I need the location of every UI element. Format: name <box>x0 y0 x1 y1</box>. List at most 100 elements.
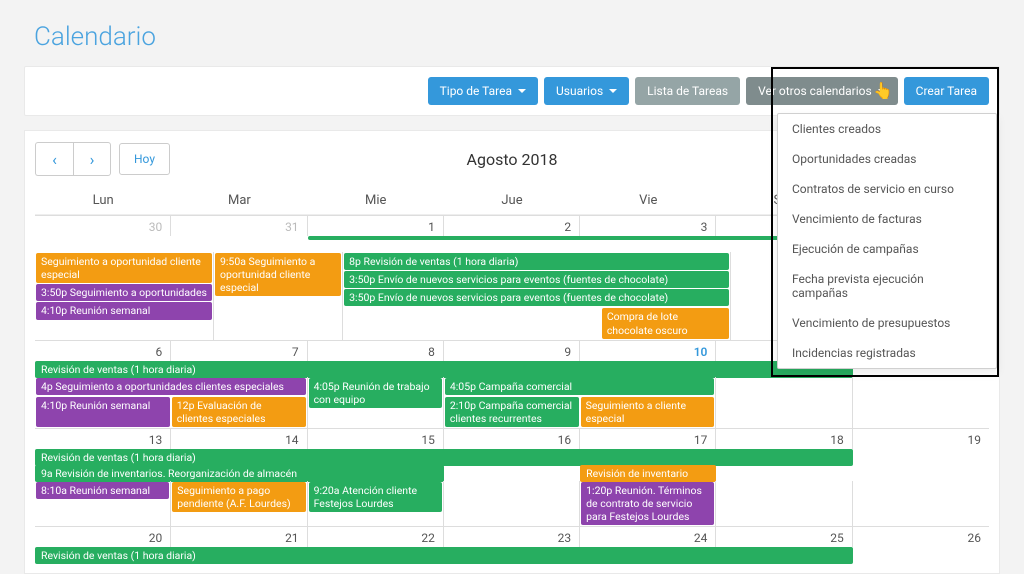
event[interactable]: Compra de lote chocolate oscuro <box>602 308 729 338</box>
dropdown-item[interactable]: Vencimiento de facturas <box>778 204 996 234</box>
event[interactable]: 4p Seguimiento a oportunidades clientes … <box>36 378 306 395</box>
day-cell[interactable]: 7 <box>171 341 307 361</box>
day-cell[interactable]: 14 <box>171 429 307 449</box>
other-calendars-menu: Clientes creados Oportunidades creadas C… <box>777 113 997 369</box>
day-cell[interactable]: 3 <box>580 216 716 236</box>
event[interactable]: 4:10p Reunión semanal <box>36 397 170 427</box>
chevron-down-icon <box>609 89 617 93</box>
dow-label: Lun <box>35 187 171 215</box>
chevron-down-icon <box>518 89 526 93</box>
event[interactable]: Seguimiento a pago pendiente (A.F. Lourd… <box>172 482 305 512</box>
day-number: 31 <box>171 216 306 236</box>
event[interactable]: 4:10p Reunión semanal <box>36 302 212 319</box>
week-events: 4p Seguimiento a oportunidades clientes … <box>35 377 989 428</box>
other-calendars-label: Ver otros calendarios <box>758 84 872 98</box>
day-number: 21 <box>171 527 306 547</box>
dropdown-item[interactable]: Oportunidades creadas <box>778 144 996 174</box>
day-cell[interactable]: 15 <box>308 429 444 449</box>
dropdown-item[interactable]: Ejecución de campañas <box>778 234 996 264</box>
event[interactable]: 3:50p Envío de nuevos servicios para eve… <box>344 289 729 306</box>
page-title: Calendario <box>24 0 1000 66</box>
chevron-left-icon: ‹ <box>52 150 57 169</box>
day-cell[interactable]: 8 <box>308 341 444 361</box>
day-number: 9 <box>444 341 579 361</box>
day-cell[interactable]: 26 <box>853 527 989 547</box>
event[interactable]: 12p Evaluación de clientes especiales <box>172 397 306 427</box>
day-cell[interactable]: 22 <box>308 527 444 547</box>
day-number: 23 <box>444 527 579 547</box>
day-number: 20 <box>35 527 170 547</box>
event[interactable]: 4:05p Reunión de trabajo con equipo <box>309 378 442 408</box>
dropdown-item[interactable]: Contratos de servicio en curso <box>778 174 996 204</box>
day-cell[interactable]: 6 <box>35 341 171 361</box>
day-cell[interactable]: 1 <box>308 216 444 236</box>
day-cell[interactable]: 13 <box>35 429 171 449</box>
task-type-dropdown[interactable]: Tipo de Tarea <box>428 77 538 105</box>
other-calendars-dropdown[interactable]: Ver otros calendarios <box>746 77 898 105</box>
task-list-label: Lista de Tareas <box>647 84 728 98</box>
day-number: 18 <box>716 429 851 449</box>
create-task-label: Crear Tarea <box>916 84 977 98</box>
event[interactable]: Seguimiento a cliente especial <box>581 397 715 427</box>
event[interactable]: 1:20p Reunión. Términos de contrato de s… <box>581 482 714 525</box>
users-label: Usuarios <box>556 84 603 98</box>
event-span[interactable]: Revisión de ventas (1 hora diaria) <box>35 449 853 466</box>
event[interactable]: Seguimiento a oportunidad cliente especi… <box>36 253 212 283</box>
day-cell[interactable]: 2 <box>444 216 580 236</box>
dropdown-item[interactable]: Fecha prevista ejecución campañas <box>778 264 996 308</box>
day-cell[interactable]: 17 <box>580 429 716 449</box>
next-month-button[interactable]: › <box>73 142 111 176</box>
day-cell[interactable]: 24 <box>580 527 716 547</box>
week-bands: Revisión de ventas (1 hora diaria) <box>35 547 989 563</box>
day-cell[interactable]: 10 <box>580 341 716 361</box>
day-number: 24 <box>580 527 715 547</box>
day-cell[interactable]: 20 <box>35 527 171 547</box>
today-button[interactable]: Hoy <box>119 143 170 175</box>
day-cell[interactable]: 9 <box>444 341 580 361</box>
event[interactable]: 8p Revisión de ventas (1 hora diaria) <box>344 253 729 270</box>
day-number: 14 <box>171 429 306 449</box>
day-number: 22 <box>308 527 443 547</box>
dropdown-item[interactable]: Vencimiento de presupuestos <box>778 308 996 338</box>
event-span[interactable]: Revisión de ventas (1 hora diaria) <box>35 547 853 564</box>
dropdown-item[interactable]: Clientes creados <box>778 114 996 144</box>
day-number: 2 <box>444 216 579 236</box>
day-number: 13 <box>35 429 170 449</box>
event[interactable]: 4:05p Campaña comercial <box>445 378 715 395</box>
users-dropdown[interactable]: Usuarios <box>544 77 629 105</box>
day-cell[interactable]: 23 <box>444 527 580 547</box>
week-events: 8:10a Reunión semanal Seguimiento a pago… <box>35 481 989 526</box>
toolbar: Tipo de Tarea Usuarios Lista de Tareas V… <box>24 66 1000 116</box>
week-row: 13 14 15 16 17 18 19 <box>35 428 989 449</box>
dow-label: Mar <box>171 187 307 215</box>
event[interactable]: 3:50p Seguimiento a oportunidades <box>36 284 212 301</box>
day-number: 26 <box>853 527 989 547</box>
event[interactable]: 9:20a Atención cliente Festejos Lourdes <box>309 482 442 512</box>
day-cell[interactable]: 16 <box>444 429 580 449</box>
day-cell[interactable]: 25 <box>716 527 852 547</box>
prev-month-button[interactable]: ‹ <box>35 142 73 176</box>
day-number: 15 <box>308 429 443 449</box>
day-cell[interactable]: 31 <box>171 216 307 236</box>
day-cell[interactable]: 18 <box>716 429 852 449</box>
event-span[interactable]: 9a Revisión de inventarios. Reorganizaci… <box>35 465 444 482</box>
event-span[interactable]: Revisión de inventario <box>580 465 716 482</box>
day-cell[interactable]: 21 <box>171 527 307 547</box>
event[interactable]: 9:50a Seguimiento a oportunidad cliente … <box>215 253 341 296</box>
event[interactable]: 8:10a Reunión semanal <box>36 482 169 499</box>
day-number: 6 <box>35 341 170 361</box>
task-list-button[interactable]: Lista de Tareas <box>635 77 740 105</box>
event[interactable]: 3:50p Envío de nuevos servicios para eve… <box>344 271 729 288</box>
event-span[interactable]: Revisión de ventas (1 hora diaria) <box>35 361 853 378</box>
event[interactable]: 2:10p Campaña comercial clientes recurre… <box>445 397 579 427</box>
dow-label: Mie <box>308 187 444 215</box>
day-number: 1 <box>308 216 443 236</box>
day-cell[interactable]: 30 <box>35 216 171 236</box>
dow-label: Vie <box>580 187 716 215</box>
day-cell[interactable]: 19 <box>853 429 989 449</box>
day-number: 25 <box>716 527 851 547</box>
day-number: 16 <box>444 429 579 449</box>
create-task-button[interactable]: Crear Tarea <box>904 77 989 105</box>
dropdown-item[interactable]: Incidencias registradas <box>778 338 996 368</box>
day-number: 17 <box>580 429 715 449</box>
